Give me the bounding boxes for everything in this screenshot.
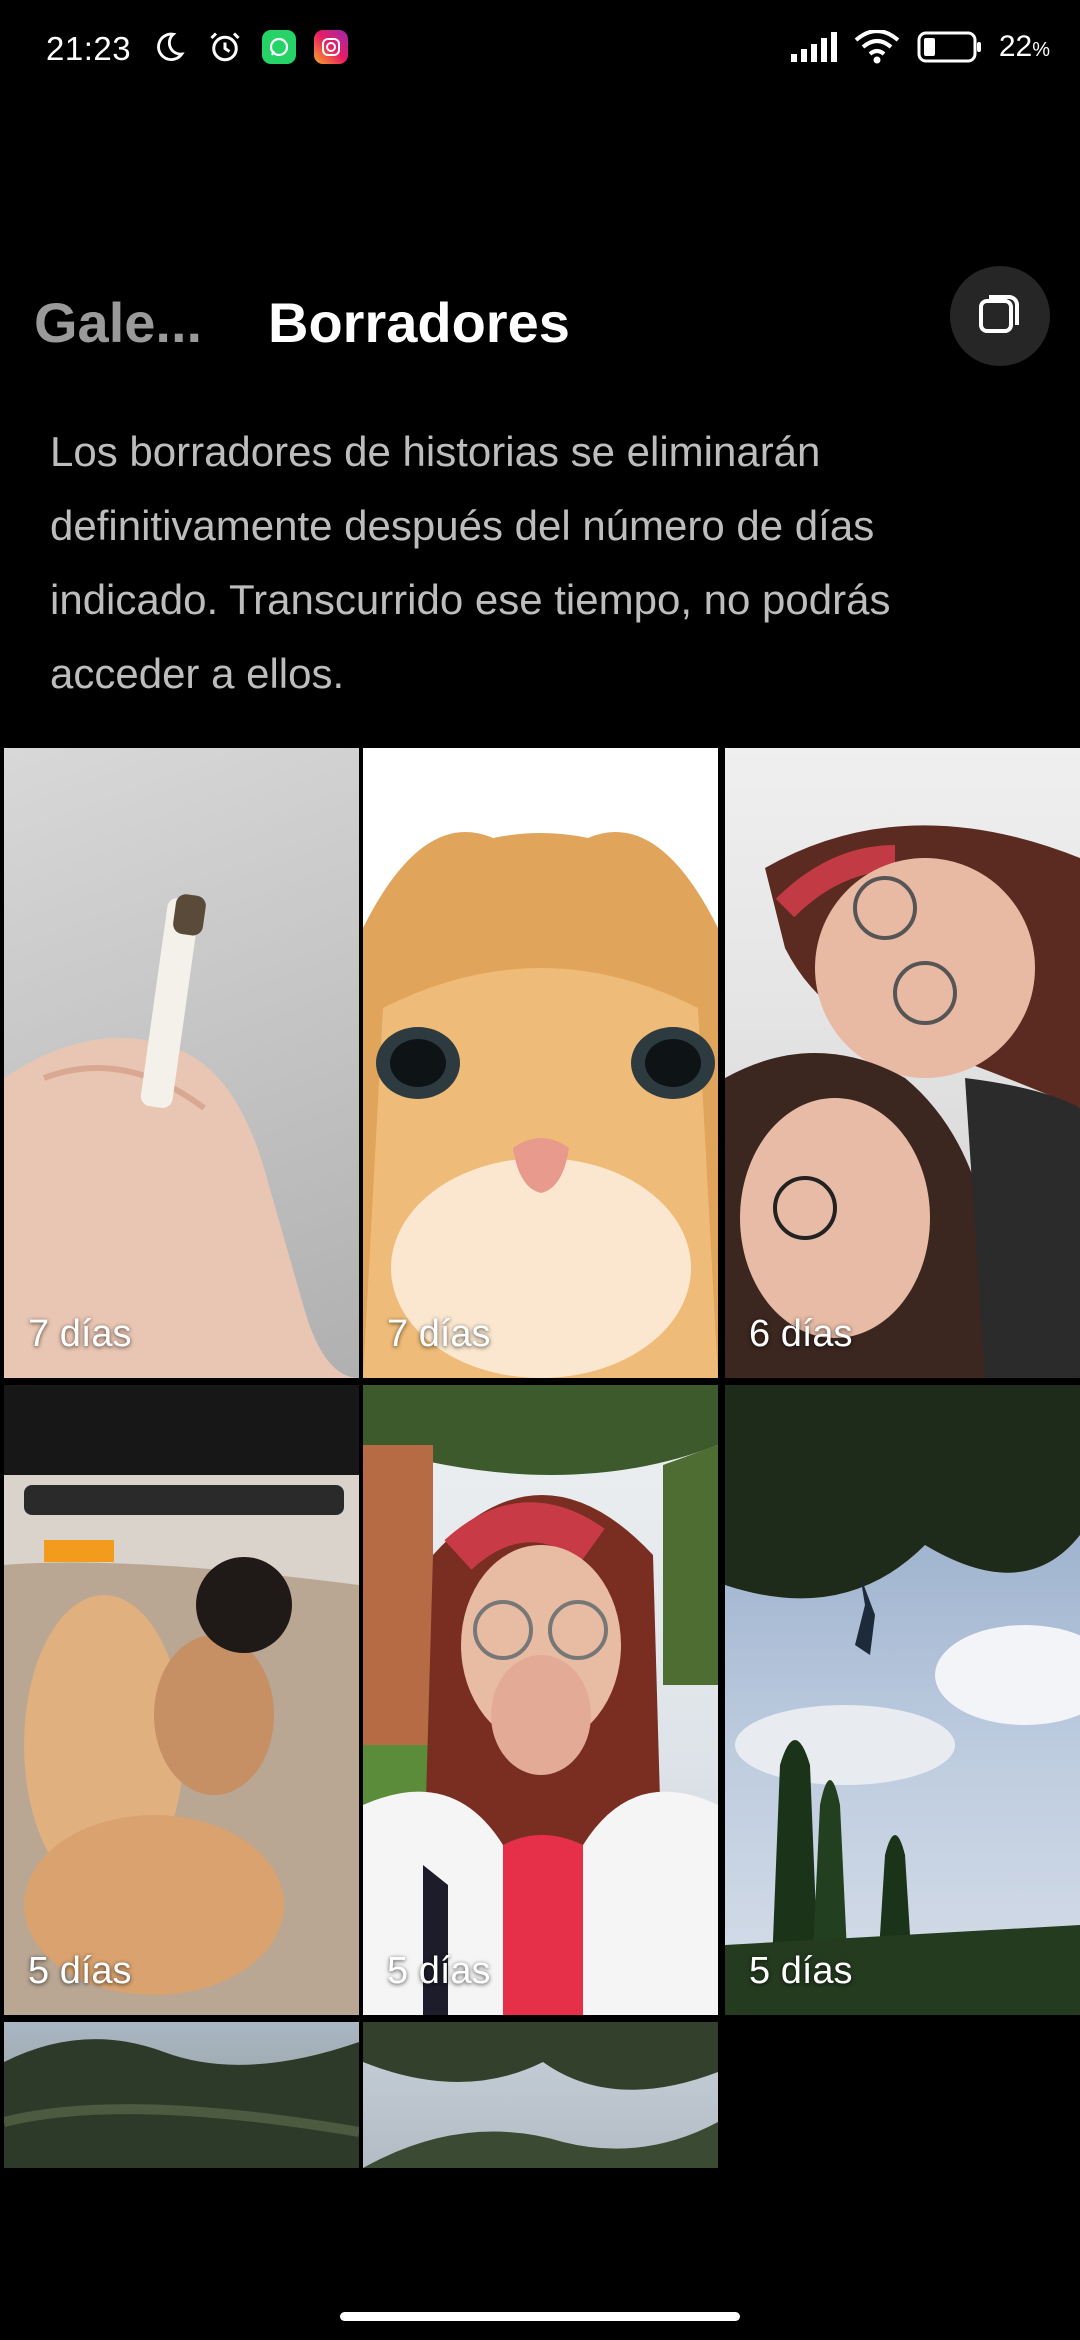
whatsapp-icon xyxy=(262,30,296,64)
instagram-icon xyxy=(314,30,348,64)
select-multiple-button[interactable] xyxy=(950,266,1050,366)
drafts-description: Los borradores de historias se eliminará… xyxy=(50,428,891,697)
battery-icon xyxy=(917,28,983,66)
draft-thumbnail[interactable]: 5 días xyxy=(4,1385,359,2015)
draft-thumbnail[interactable]: 7 días xyxy=(4,748,359,1378)
alarm-clock-icon xyxy=(206,28,244,66)
moon-icon xyxy=(150,28,188,66)
draft-image xyxy=(363,1385,718,2015)
draft-image xyxy=(4,1385,359,2015)
draft-thumbnail[interactable] xyxy=(4,2022,359,2168)
status-time: 21:23 xyxy=(46,30,132,67)
draft-image xyxy=(725,748,1080,1378)
draft-thumbnail[interactable] xyxy=(363,2022,718,2168)
draft-thumbnail[interactable]: 5 días xyxy=(363,1385,718,2015)
home-indicator[interactable] xyxy=(340,2312,740,2321)
draft-image xyxy=(725,1385,1080,2015)
battery-percentage: 22% xyxy=(998,30,1050,63)
status-bar: 21:23 22% xyxy=(0,0,1080,100)
draft-thumbnail[interactable]: 6 días xyxy=(725,748,1080,1378)
draft-days-left: 6 días xyxy=(749,1313,853,1355)
tab-drafts[interactable]: Borradores xyxy=(268,290,570,355)
draft-days-left: 5 días xyxy=(28,1950,132,1992)
draft-days-left: 5 días xyxy=(749,1950,853,1992)
stack-select-icon xyxy=(975,289,1025,344)
status-notification-icons xyxy=(150,28,348,66)
header: Gale... Borradores xyxy=(0,266,1080,370)
signal-icon xyxy=(789,28,837,66)
draft-thumbnail[interactable]: 5 días xyxy=(725,1385,1080,2015)
draft-image xyxy=(4,2022,359,2168)
draft-image xyxy=(363,748,718,1378)
wifi-icon xyxy=(853,28,901,66)
draft-image xyxy=(4,748,359,1378)
draft-days-left: 7 días xyxy=(387,1313,491,1355)
draft-days-left: 7 días xyxy=(28,1313,132,1355)
draft-thumbnail[interactable]: 7 días xyxy=(363,748,718,1378)
tab-gallery[interactable]: Gale... xyxy=(34,290,202,355)
draft-days-left: 5 días xyxy=(387,1950,491,1992)
status-system-icons: 22% xyxy=(789,28,1050,66)
draft-image xyxy=(363,2022,718,2168)
